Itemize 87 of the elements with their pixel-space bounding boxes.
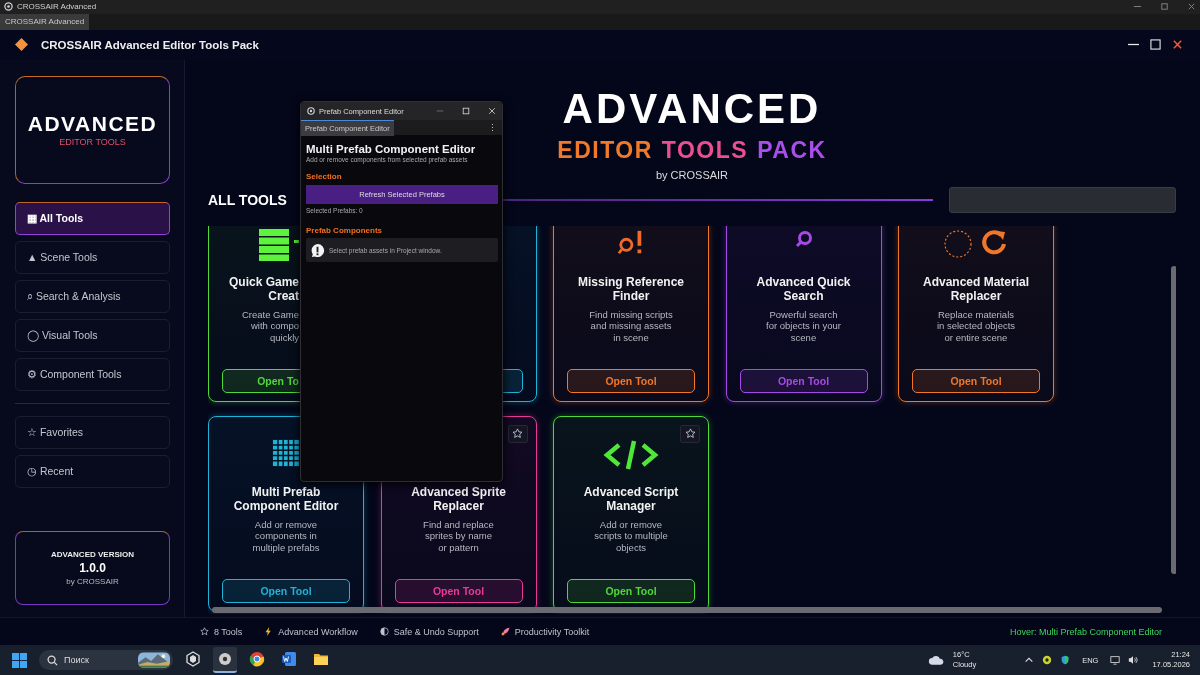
start-icon[interactable] [12, 652, 27, 668]
section-title: ALL TOOLS [208, 191, 287, 208]
search-field[interactable] [949, 186, 1176, 213]
version-number: 1.0.0 [79, 561, 106, 576]
code-icon [603, 438, 659, 471]
menu-button[interactable]: ⋮ [483, 122, 502, 133]
sidebar-item[interactable]: ⚙ Component Tools [15, 357, 170, 391]
grid-icon [272, 438, 300, 467]
sidebar-item[interactable]: ▲ Scene Tools [15, 240, 170, 274]
sidebar-item[interactable]: ◷ Recent [15, 454, 170, 488]
footer-feature: Advanced Workflow [278, 626, 358, 637]
info-icon [310, 242, 325, 258]
star-icon [684, 428, 696, 440]
close-icon[interactable] [1187, 2, 1196, 12]
search-icon [793, 228, 814, 249]
list-icon [259, 228, 299, 261]
tool-description: Add or remove scripts to multiple objects [594, 518, 668, 554]
hero-title: ADVANCED [562, 86, 822, 131]
restore-icon[interactable] [1160, 2, 1169, 12]
tool-description: Replace materials in selected objects or entire scene [936, 308, 1016, 344]
window-title: CROSSAIR Advanced [17, 2, 97, 12]
tool-title: Multi Prefab Component Editor [233, 484, 339, 513]
shield-icon[interactable] [1060, 655, 1071, 665]
maximize-icon[interactable] [462, 107, 470, 115]
version-author: by CROSSAIR [66, 577, 119, 587]
folder-icon [313, 651, 329, 667]
favorite-button[interactable] [680, 424, 700, 443]
favorite-button[interactable] [507, 424, 528, 443]
app-title: CROSSAIR Advanced Editor Tools Pack [41, 38, 259, 51]
hero-subtitle-word: TOOLS [661, 136, 749, 163]
star-icon [200, 627, 209, 637]
app-icon [4, 2, 13, 12]
tool-title: Advanced Material Replacer [922, 274, 1029, 303]
window-heading: Multi Prefab Component Editor [306, 143, 477, 155]
logo-subtitle: EDITOR TOOLS [59, 137, 126, 148]
open-tool-button[interactable]: Open Tool [394, 578, 523, 603]
hexagon-icon [185, 651, 201, 667]
browser-icon [249, 651, 265, 667]
disc-icon [217, 651, 233, 667]
tool-description: Add or remove components in multiple prefabs [252, 518, 320, 554]
sidebar-item[interactable]: ☆ Favorites [15, 415, 170, 449]
footer-feature: Safe & Undo Support [393, 626, 479, 637]
chevron-up-icon[interactable] [1024, 655, 1035, 665]
open-tool-button[interactable]: Open Tool [222, 578, 350, 603]
tool-description: Find and replace sprites by name or pattern [423, 518, 494, 554]
tool-title: Missing Reference Finder [577, 274, 684, 303]
tool-description: Find missing scripts and missing assets in scene [589, 308, 673, 344]
sidebar-item[interactable]: ◯ Visual Tools [15, 318, 170, 352]
diamond-icon [15, 38, 28, 52]
hero-subtitle-word: PACK [757, 136, 827, 163]
hover-status: Hover: Multi Prefab Component Editor [1009, 626, 1162, 637]
sidebar-item[interactable]: ▦ All Tools [15, 201, 170, 235]
open-tool-button[interactable]: Open Tool [567, 578, 695, 603]
search-icon [47, 654, 58, 666]
footer-feature: 8 Tools [214, 626, 243, 637]
star-icon [512, 428, 523, 440]
open-tool-button[interactable]: Open Tool [912, 368, 1040, 393]
version-label: ADVANCED VERSION [51, 550, 134, 560]
sidebar-item[interactable]: ⌕ Search & Analysis [15, 279, 170, 313]
document-icon [281, 651, 297, 667]
tool-title: Advanced Quick Search [756, 274, 851, 303]
open-tool-button[interactable]: Open Tool [739, 368, 868, 393]
footer-feature: Productivity Toolkit [514, 626, 590, 637]
horizontal-scrollbar[interactable] [212, 605, 1162, 614]
speaker-icon[interactable] [1128, 655, 1139, 665]
taskbar-app[interactable] [213, 647, 237, 673]
refresh-icon [943, 228, 1009, 259]
logo-title: ADVANCED [27, 112, 158, 137]
monitor-icon[interactable] [1110, 655, 1121, 665]
rocket-icon [500, 627, 510, 637]
app-icon [307, 107, 315, 115]
tool-title: Advanced Sprite Replacer [411, 484, 506, 513]
maximize-icon[interactable] [1150, 39, 1161, 51]
tool-title: Advanced Script Manager [583, 484, 679, 513]
section-heading: Prefab Components [306, 226, 383, 235]
open-tool-button[interactable]: Open Tool [567, 368, 695, 393]
cloud-icon [927, 654, 945, 666]
taskbar-search-field[interactable]: Поиск [39, 650, 173, 670]
circle-badge-icon[interactable] [1042, 655, 1053, 665]
tool-title: Quick Game Creat [228, 274, 299, 303]
tool-description: Powerful search for objects in your scene [766, 308, 841, 344]
tool-description: Create Game with compo quickly [241, 308, 299, 344]
close-icon[interactable] [1172, 39, 1183, 51]
half-circle-icon [379, 627, 389, 637]
hero-author: by CROSSAIR [655, 168, 729, 181]
section-heading: Selection [306, 172, 343, 181]
hero-subtitle-word: EDITOR [557, 136, 653, 163]
